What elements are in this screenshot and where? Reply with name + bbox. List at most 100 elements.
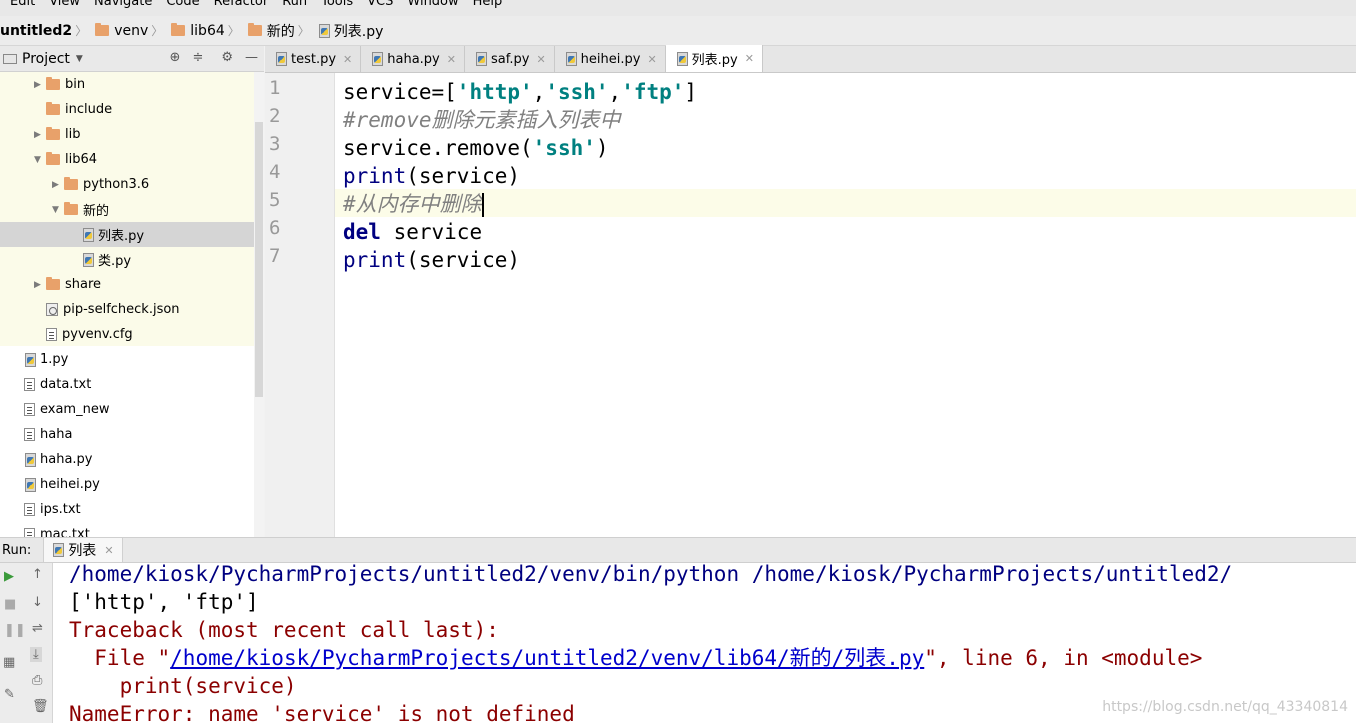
chevron-right-icon: 〉 — [151, 24, 164, 38]
folder-icon — [46, 102, 60, 115]
file-link[interactable]: /home/kiosk/PycharmProjects/untitled2/ve… — [170, 646, 924, 670]
tree-item[interactable]: data.txt — [0, 372, 254, 397]
config-file-icon — [46, 303, 58, 316]
pin-icon[interactable]: ✎ — [4, 687, 15, 702]
chevron-right-icon[interactable]: ▶ — [52, 180, 64, 190]
trash-icon[interactable]: 🗑 — [32, 699, 49, 714]
line-number: 5 — [269, 189, 281, 211]
breadcrumb-item-project[interactable]: untitled2 〉 — [0, 22, 91, 39]
close-icon[interactable]: ✕ — [447, 53, 456, 66]
python-file-icon — [24, 352, 37, 367]
arrow-up-icon[interactable]: ↑ — [32, 567, 43, 582]
run-tab[interactable]: 列表 ✕ — [43, 538, 123, 562]
chevron-right-icon: 〉 — [75, 24, 88, 38]
menu-code[interactable]: Code — [166, 0, 199, 8]
menu-vcs[interactable]: VCS — [367, 0, 393, 8]
tree-item[interactable]: ▶ bin — [0, 72, 254, 97]
scroll-to-end-icon[interactable]: ⤓ — [30, 647, 42, 662]
tree-item[interactable]: 类.py — [0, 247, 254, 272]
print-icon[interactable]: ⎙ — [32, 673, 42, 688]
folder-icon — [95, 23, 110, 36]
tree-item[interactable]: ▼ 新的 — [0, 197, 254, 222]
close-icon[interactable]: ✕ — [536, 53, 545, 66]
collapse-icon[interactable]: ≑ — [192, 50, 203, 65]
menu-view[interactable]: View — [49, 0, 80, 8]
code-token: (service) — [406, 164, 521, 188]
builtin-function: print — [343, 164, 407, 188]
breadcrumb-item-venv[interactable]: venv 〉 — [95, 22, 167, 39]
text-file-icon — [46, 328, 57, 341]
tree-scrollbar[interactable] — [254, 72, 264, 537]
close-icon[interactable]: ✕ — [343, 53, 352, 66]
menu-run[interactable]: Run — [282, 0, 307, 8]
chevron-down-icon[interactable]: ▼ — [52, 205, 64, 215]
tree-item[interactable]: include — [0, 97, 254, 122]
tab-saf-py[interactable]: saf.py ✕ — [464, 46, 555, 72]
project-toolbar: ⊕ ≑ ⚙ — — [170, 50, 258, 65]
tree-item[interactable]: exam_new — [0, 397, 254, 422]
project-panel-header: Project ▼ ⊕ ≑ ⚙ — — [0, 46, 264, 72]
tab-test-py[interactable]: test.py ✕ — [265, 46, 362, 72]
menu-navigate[interactable]: Navigate — [94, 0, 152, 8]
menu-edit[interactable]: Edit — [10, 0, 35, 8]
tree-item[interactable]: heihei.py — [0, 472, 254, 497]
tree-item[interactable]: haha — [0, 422, 254, 447]
chevron-down-icon[interactable]: ▼ — [34, 155, 46, 165]
close-icon[interactable]: ✕ — [104, 544, 113, 557]
string-literal: 'ftp' — [621, 80, 685, 104]
code-line-4: print(service) — [343, 162, 520, 190]
close-icon[interactable]: ✕ — [745, 52, 754, 65]
stop-icon[interactable]: ■ — [4, 597, 16, 612]
tree-item[interactable]: haha.py — [0, 447, 254, 472]
run-console[interactable]: /home/kiosk/PycharmProjects/untitled2/ve… — [53, 563, 1356, 723]
tree-item[interactable]: ips.txt — [0, 497, 254, 522]
chevron-right-icon[interactable]: ▶ — [34, 280, 46, 290]
breadcrumb-label: lib64 — [190, 22, 225, 39]
tree-item[interactable]: 列表.py — [0, 222, 254, 247]
console-error: NameError: name 'service' is not defined — [69, 702, 575, 723]
gear-icon[interactable]: ⚙ — [221, 50, 233, 65]
tab-haha-py[interactable]: haha.py ✕ — [361, 46, 465, 72]
tab-label: saf.py — [490, 51, 530, 67]
layout-icon[interactable]: ▦ — [3, 655, 15, 670]
soft-wrap-icon[interactable]: ⇌ — [32, 621, 43, 636]
breadcrumb-label: venv — [114, 22, 149, 39]
menu-refactor[interactable]: Refactor — [214, 0, 269, 8]
console-traceback-stmt: print(service) — [69, 674, 297, 698]
menu-window[interactable]: Window — [407, 0, 458, 8]
tab-heihei-py[interactable]: heihei.py ✕ — [554, 46, 666, 72]
code-editor[interactable]: 1 2 3 4 5 6 7 service=['http','ssh','ftp… — [265, 73, 1356, 537]
menu-tools[interactable]: Tools — [321, 0, 353, 8]
menu-help[interactable]: Help — [473, 0, 503, 8]
chevron-right-icon[interactable]: ▶ — [34, 130, 46, 140]
locate-icon[interactable]: ⊕ — [170, 50, 181, 65]
chevron-right-icon[interactable]: ▶ — [34, 80, 46, 90]
dropdown-icon[interactable]: ▼ — [76, 54, 83, 64]
run-label: Run: — [2, 542, 32, 558]
tree-item-label: heihei.py — [40, 477, 100, 492]
tree-item[interactable]: ▶ share — [0, 272, 254, 297]
run-tab-label: 列表 — [68, 543, 97, 559]
tree-item[interactable]: mac.txt — [0, 522, 254, 537]
tree-item[interactable]: pip-selfcheck.json — [0, 297, 254, 322]
tree-item[interactable]: ▶ lib — [0, 122, 254, 147]
project-title[interactable]: Project — [22, 51, 70, 67]
breadcrumb-item-lib64[interactable]: lib64 〉 — [171, 22, 244, 39]
arrow-down-icon[interactable]: ↓ — [32, 595, 43, 610]
tree-item-label: pyvenv.cfg — [62, 327, 133, 342]
tab-list-py[interactable]: 列表.py ✕ — [665, 45, 763, 72]
pause-icon[interactable]: ❚❚ — [4, 623, 26, 638]
breadcrumb-item-file[interactable]: 列表.py — [318, 21, 383, 41]
text-file-icon — [24, 428, 35, 441]
breadcrumb-item-folder[interactable]: 新的 〉 — [247, 21, 314, 41]
tree-item[interactable]: pyvenv.cfg — [0, 322, 254, 347]
tree-item[interactable]: 1.py — [0, 347, 254, 372]
string-literal: 'ssh' — [545, 80, 609, 104]
scrollbar-thumb[interactable] — [255, 122, 263, 397]
tree-item[interactable]: ▼ lib64 — [0, 147, 254, 172]
folder-icon — [46, 127, 60, 140]
minimize-icon[interactable]: — — [245, 50, 258, 65]
tree-item[interactable]: ▶ python3.6 — [0, 172, 254, 197]
close-icon[interactable]: ✕ — [647, 53, 656, 66]
rerun-icon[interactable]: ▶ — [4, 569, 14, 584]
